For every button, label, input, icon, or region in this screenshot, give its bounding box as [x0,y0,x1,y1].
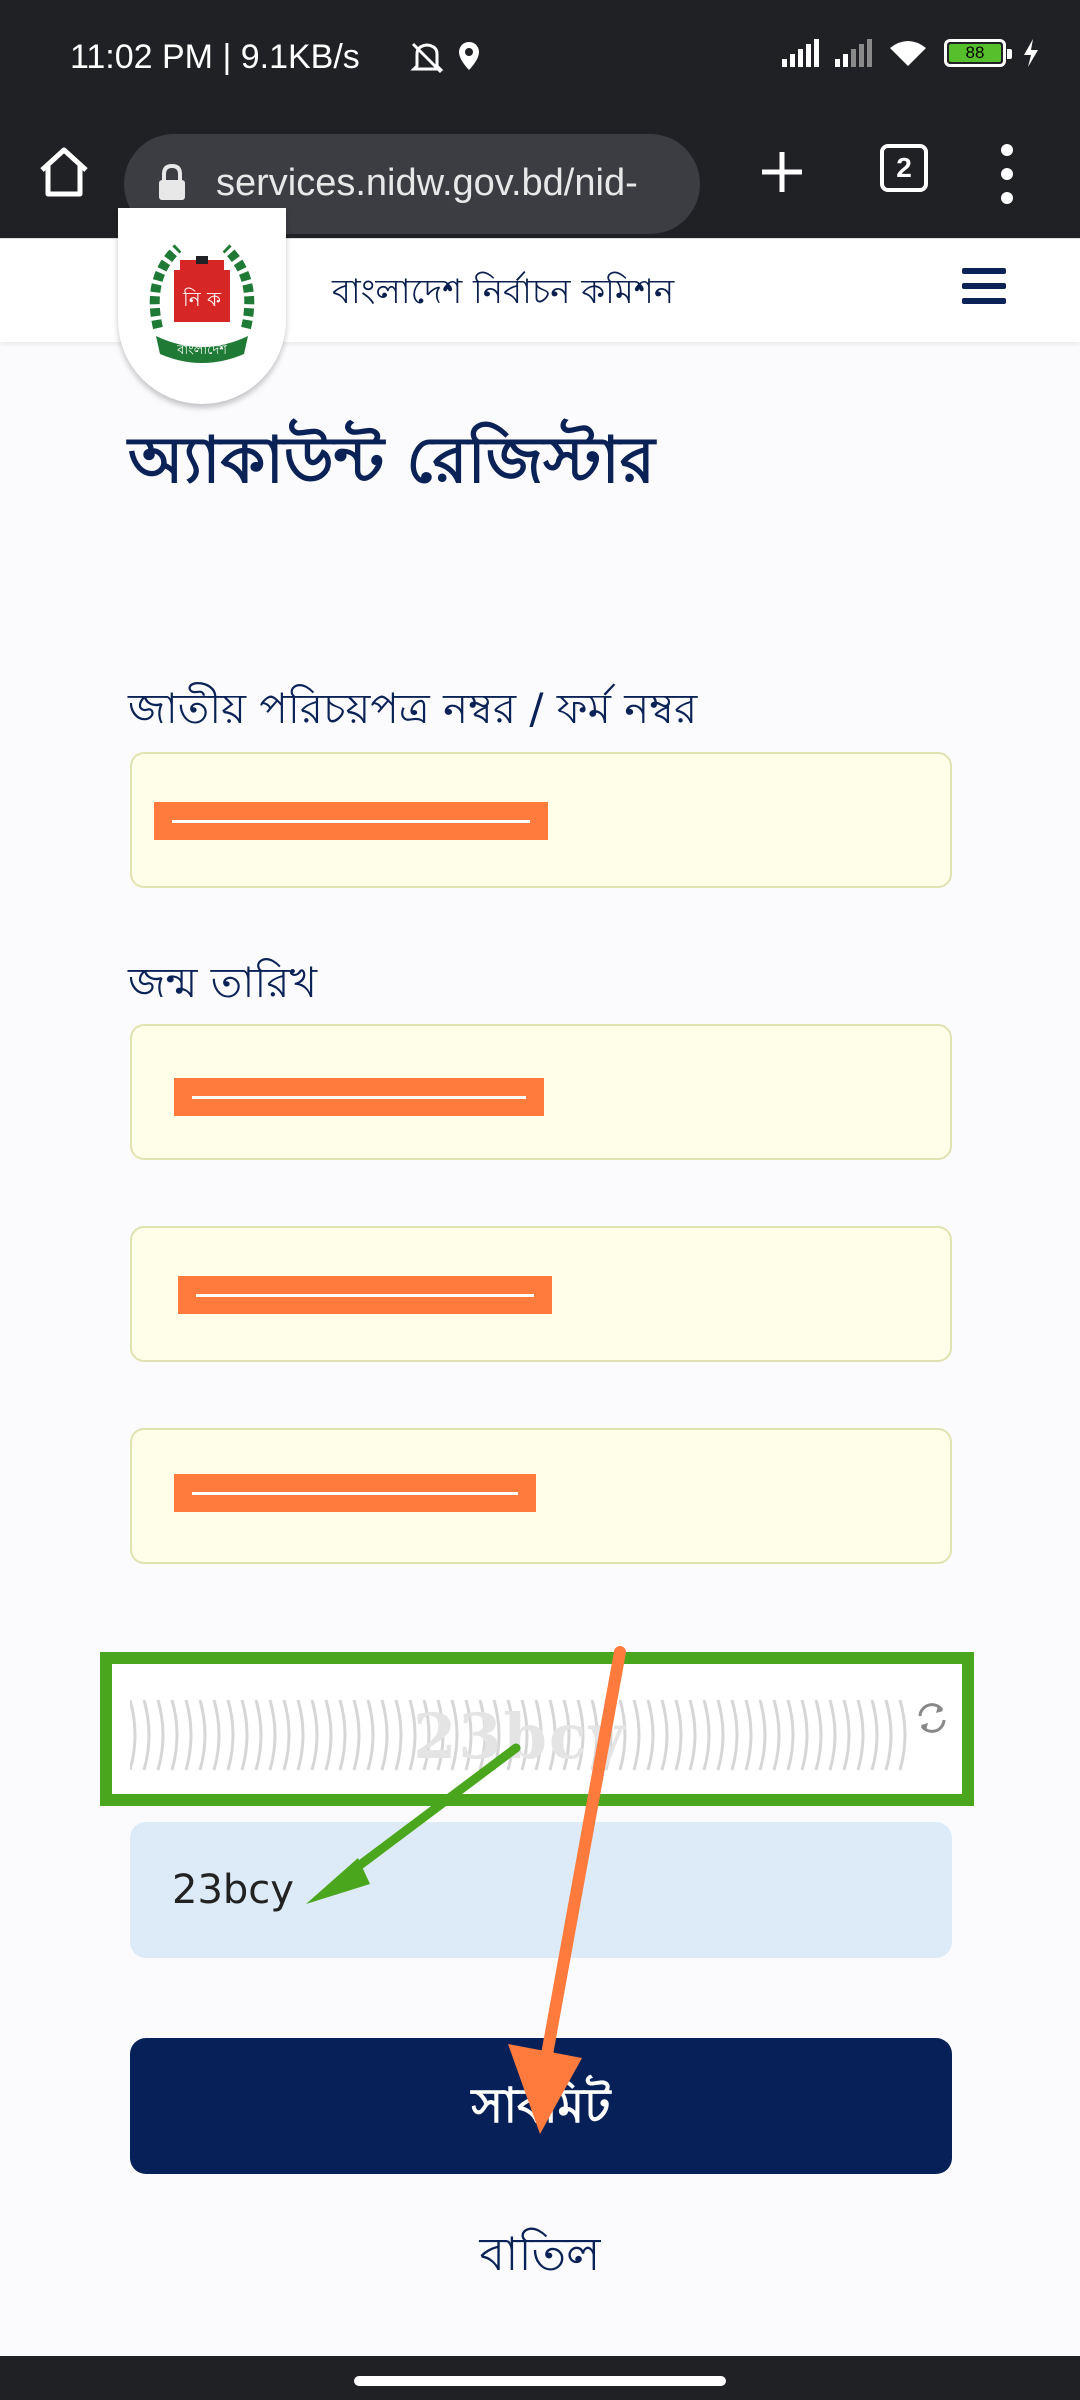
status-bar: 11:02 PM | 9.1KB/s 88 [0,0,1080,118]
refresh-captcha-icon[interactable] [914,1700,950,1736]
redaction-mark [154,802,548,840]
nid-label: জাতীয় পরিচয়পত্র নম্বর / ফর্ম নম্বর [128,684,698,733]
battery-icon: 88 [944,39,1012,67]
redaction-mark [178,1276,552,1314]
mute-icon [410,42,444,74]
home-gesture-bar[interactable] [354,2376,726,2386]
dob-day-input[interactable] [130,1024,952,1160]
status-icons: 88 [410,38,1040,74]
more-options-icon[interactable] [1000,142,1014,206]
new-tab-icon[interactable] [752,142,812,202]
redaction-mark [174,1078,544,1116]
wifi-icon [890,41,926,66]
cancel-link[interactable]: বাতিল [0,2220,1080,2296]
status-time: 11:02 PM | 9.1KB/s [70,38,360,76]
location-icon [459,42,479,70]
svg-text:নি ক: নি ক [182,287,222,311]
signal-icon [835,39,872,67]
lock-icon [159,164,185,200]
url-text: services.nidw.gov.bd/nid- [216,162,638,204]
redaction-mark [174,1474,536,1512]
dob-month-input[interactable] [130,1226,952,1362]
page-title: অ্যাকাউন্ট রেজিস্টার [128,424,655,498]
site-title: বাংলাদেশ নির্বাচন কমিশন [332,272,675,312]
submit-button[interactable]: সাবমিট [130,2038,952,2174]
captcha-text: 23bcy [413,1700,627,1773]
dob-label: জন্ম তারিখ [128,958,318,1007]
tab-switcher-button[interactable]: 2 [880,144,928,192]
captcha-input[interactable]: 23bcy [130,1822,952,1958]
charging-icon [1024,39,1038,67]
home-icon[interactable] [34,142,94,202]
nid-input[interactable] [130,752,952,888]
dob-year-input[interactable] [130,1428,952,1564]
system-nav-bar [0,2356,1080,2400]
election-commission-logo[interactable]: নি ক বাংলাদেশ [118,208,286,404]
signal-icon [782,39,819,67]
hamburger-menu-icon[interactable] [962,268,1006,306]
svg-text:বাংলাদেশ: বাংলাদেশ [176,343,227,358]
